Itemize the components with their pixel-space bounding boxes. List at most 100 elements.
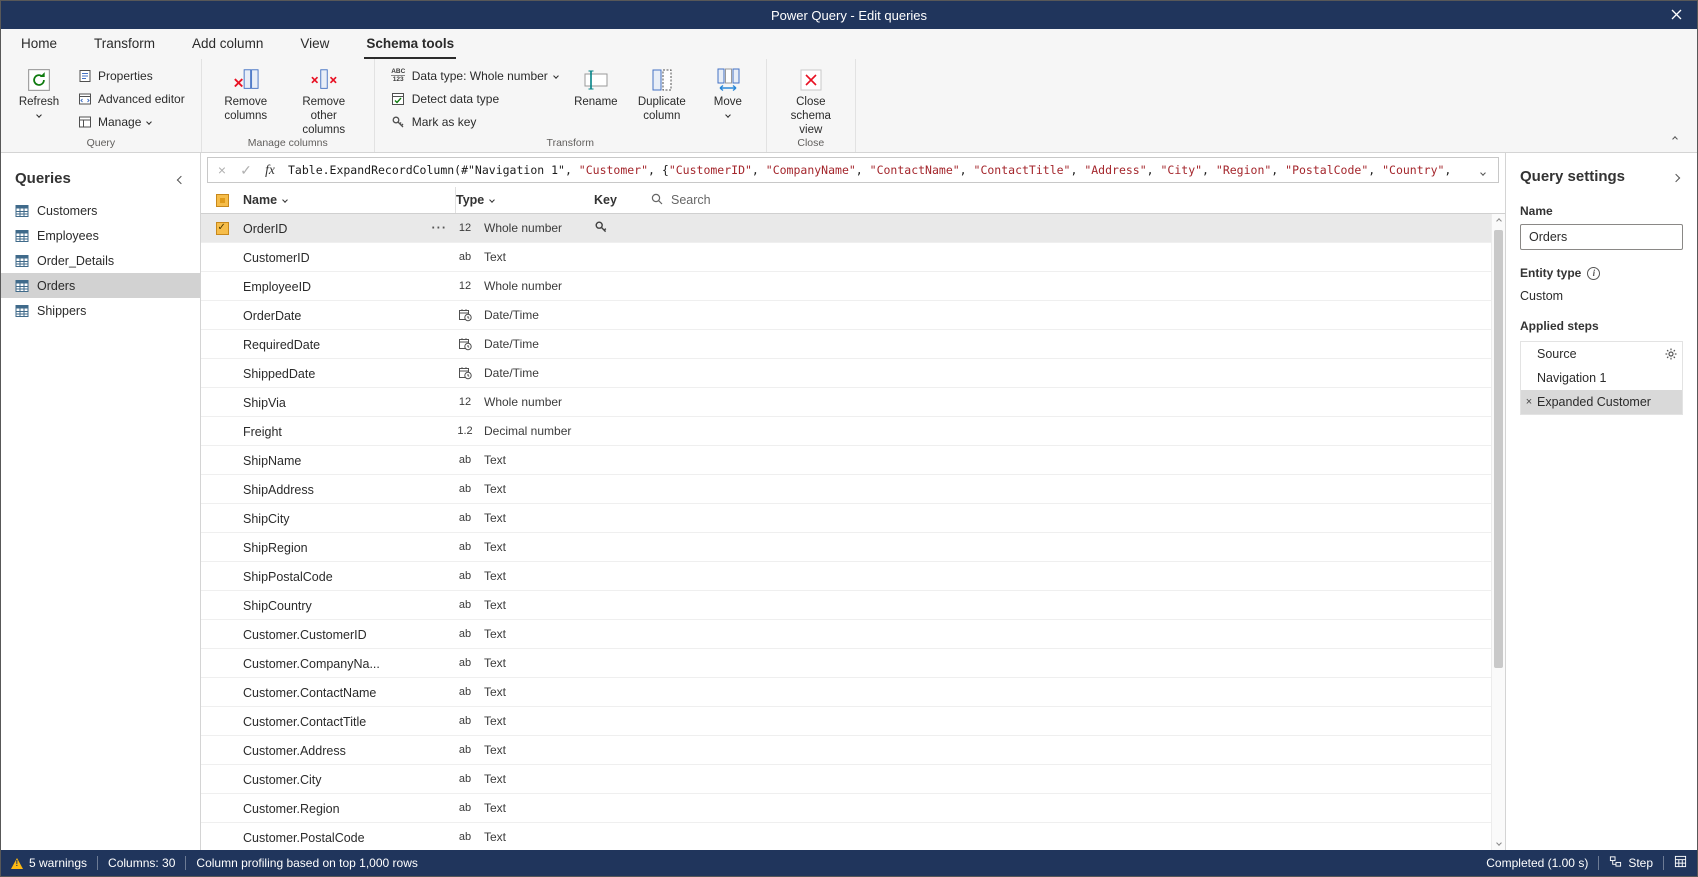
tab-add-column[interactable]: Add column [190,30,265,59]
collapse-settings-pane-button[interactable] [1669,165,1683,188]
schema-row-customer-contacttitle[interactable]: Customer.ContactTitleabText [201,707,1505,736]
scrollbar-thumb[interactable] [1494,230,1503,668]
column-type-cell[interactable]: abText [455,627,582,641]
column-type-cell[interactable]: Date/Time [455,366,582,380]
query-name-input[interactable] [1520,224,1683,250]
schema-row-customer-contactname[interactable]: Customer.ContactNameabText [201,678,1505,707]
schema-row-customer-postalcode[interactable]: Customer.PostalCodeabText [201,823,1505,850]
column-type-cell[interactable]: abText [455,453,582,467]
move-button[interactable]: Move [702,65,754,119]
rename-button[interactable]: Rename [570,65,622,112]
profiling-status[interactable]: Column profiling based on top 1,000 rows [196,856,417,870]
info-icon[interactable]: i [1587,267,1600,280]
close-window-button[interactable] [1655,1,1697,29]
schema-row-shipregion[interactable]: ShipRegionabText [201,533,1505,562]
duplicate-column-button[interactable]: Duplicate column [630,65,694,126]
query-item-orders[interactable]: Orders [1,273,200,298]
scroll-down-arrow[interactable] [1497,836,1501,850]
formula-cancel-button[interactable]: × [210,158,234,182]
row-menu-button[interactable]: ··· [432,221,448,235]
search-input[interactable] [671,193,821,207]
collapse-ribbon-button[interactable] [1665,128,1685,144]
schema-row-customer-region[interactable]: Customer.RegionabText [201,794,1505,823]
chevron-down-icon [489,197,495,203]
properties-button[interactable]: Properties [73,65,189,86]
column-type-cell[interactable]: abText [455,540,582,554]
schema-row-shipname[interactable]: ShipNameabText [201,446,1505,475]
column-type-cell[interactable]: abText [455,656,582,670]
schema-row-shipcity[interactable]: ShipCityabText [201,504,1505,533]
step-settings-gear-icon[interactable] [1662,348,1680,360]
column-type-cell[interactable]: abText [455,714,582,728]
close-schema-view-button[interactable]: Close schema view [779,65,843,139]
schema-row-orderdate[interactable]: OrderDateDate/Time [201,301,1505,330]
schema-row-customer-address[interactable]: Customer.AddressabText [201,736,1505,765]
manage-button[interactable]: Manage [73,111,189,132]
data-type-dropdown[interactable]: ABC123 Data type: Whole number [387,65,562,86]
data-view-toggle-button[interactable] [1674,855,1687,871]
column-type-cell[interactable]: abText [455,250,582,264]
column-type-cell[interactable]: Date/Time [455,337,582,351]
scroll-up-arrow[interactable] [1497,214,1501,228]
formula-commit-button[interactable]: ✓ [234,158,258,182]
warnings-status[interactable]: ! 5 warnings [11,856,87,870]
schema-row-requireddate[interactable]: RequiredDateDate/Time [201,330,1505,359]
applied-step-expanded-customer[interactable]: ×Expanded Customer [1521,390,1682,414]
schema-row-shipcountry[interactable]: ShipCountryabText [201,591,1505,620]
query-item-shippers[interactable]: Shippers [1,298,200,323]
formula-expand-button[interactable] [1470,158,1496,182]
name-column-header[interactable]: Name [243,193,287,207]
column-type-cell[interactable]: 1.2Decimal number [455,424,582,438]
schema-row-shipvia[interactable]: ShipVia12Whole number [201,388,1505,417]
column-type-cell[interactable]: abText [455,685,582,699]
column-type-cell[interactable]: abText [455,511,582,525]
column-type-cell[interactable]: 12Whole number [455,279,582,293]
refresh-button[interactable]: Refresh [13,65,65,119]
column-type-cell[interactable]: 12Whole number [455,395,582,409]
tab-transform[interactable]: Transform [92,30,157,59]
detect-data-type-button[interactable]: Detect data type [387,88,562,109]
schema-row-customerid[interactable]: CustomerIDabText [201,243,1505,272]
tab-view[interactable]: View [298,30,331,59]
schema-row-customer-customerid[interactable]: Customer.CustomerIDabText [201,620,1505,649]
scrollbar-track[interactable] [1492,228,1505,836]
tab-schema-tools[interactable]: Schema tools [364,30,456,59]
remove-other-columns-button[interactable]: Remove other columns [286,65,362,139]
remove-other-columns-icon [311,67,337,93]
column-type-cell[interactable]: abText [455,830,582,844]
tab-home[interactable]: Home [19,30,59,59]
query-item-customers[interactable]: Customers [1,198,200,223]
applied-step-source[interactable]: Source [1521,342,1682,366]
column-type-cell[interactable]: abText [455,772,582,786]
step-button[interactable]: Step [1609,855,1653,871]
applied-step-navigation-1[interactable]: Navigation 1 [1521,366,1682,390]
schema-row-shippeddate[interactable]: ShippedDateDate/Time [201,359,1505,388]
mark-as-key-button[interactable]: Mark as key [387,111,562,132]
schema-row-customer-city[interactable]: Customer.CityabText [201,765,1505,794]
column-type-cell[interactable]: abText [455,598,582,612]
row-checkbox[interactable] [216,222,229,235]
delete-step-button[interactable]: × [1521,396,1537,408]
formula-input[interactable]: Table.ExpandRecordColumn(#"Navigation 1"… [282,163,1470,177]
schema-row-shipaddress[interactable]: ShipAddressabText [201,475,1505,504]
window-title: Power Query - Edit queries [771,8,927,23]
vertical-scrollbar[interactable] [1491,214,1505,850]
column-type-cell[interactable]: abText [455,801,582,815]
query-item-order-details[interactable]: Order_Details [1,248,200,273]
column-type-cell[interactable]: abText [455,743,582,757]
schema-row-orderid[interactable]: OrderID···12Whole number [201,214,1505,243]
column-type-cell[interactable]: abText [455,569,582,583]
query-item-employees[interactable]: Employees [1,223,200,248]
schema-row-employeeid[interactable]: EmployeeID12Whole number [201,272,1505,301]
type-column-header[interactable]: Type [456,193,494,207]
column-type-cell[interactable]: 12Whole number [455,221,582,235]
select-all-checkbox[interactable] [216,194,229,207]
schema-row-shippostalcode[interactable]: ShipPostalCodeabText [201,562,1505,591]
column-type-cell[interactable]: Date/Time [455,308,582,322]
column-type-cell[interactable]: abText [455,482,582,496]
remove-columns-button[interactable]: Remove columns [214,65,278,126]
collapse-queries-pane-button[interactable] [174,167,188,190]
advanced-editor-button[interactable]: Advanced editor [73,88,189,109]
schema-row-customer-companyna[interactable]: Customer.CompanyNa...abText [201,649,1505,678]
schema-row-freight[interactable]: Freight1.2Decimal number [201,417,1505,446]
